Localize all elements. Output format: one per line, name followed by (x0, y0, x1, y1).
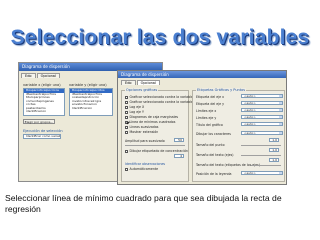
plot-characters-value: <auto> (244, 131, 256, 135)
legend-position-value: <auto> (244, 171, 256, 175)
graph-title-input[interactable]: <auto> (241, 122, 283, 126)
smoothing-value[interactable]: 50 (174, 138, 184, 142)
axis-label-size-slider[interactable] (251, 165, 281, 166)
axis-text-size-slider[interactable] (241, 155, 281, 156)
jitter-value[interactable]: 4 (174, 154, 184, 158)
option-least-squares-line[interactable]: Línea de mínimos cuadrados (125, 120, 175, 124)
selection-section-label: Ejecución de selección (23, 129, 63, 133)
graphic-options-title: Opciones gráficas (125, 88, 159, 92)
tab-data[interactable]: Edo (21, 73, 36, 78)
option-smooth-lines[interactable]: Líneas suavizadas (125, 125, 158, 129)
x-axis-label-field-label: Etiqueta del eje x (196, 95, 224, 99)
option-plot-x[interactable]: Graficar seleccionado contra la variable… (125, 95, 196, 99)
slide-title: Seleccionar las dos variables (10, 26, 310, 49)
variable-y-list[interactable]: ttosparcoticalpocritos ittestcentralpocf… (69, 88, 113, 116)
tab-data[interactable]: Edo (121, 80, 136, 85)
variable-y-label: variable y (eligir una) (69, 83, 107, 87)
x-limits-input[interactable]: <auto> (241, 108, 283, 112)
x-limits-value: <auto> (244, 108, 256, 112)
checkbox-label: Graficar seleccionado contra la variable… (129, 100, 196, 104)
y-limits-value: <auto> (244, 115, 256, 119)
radio-label: Automáticamente (129, 167, 159, 171)
y-axis-label-input[interactable]: <auto> (241, 101, 283, 105)
option-show-extension[interactable]: Mostrar extensión (125, 130, 158, 134)
tab-options[interactable]: Opcional (136, 80, 160, 85)
labels-points-title: Etiquetas Gráficas y Puntos (196, 88, 247, 92)
option-log-x[interactable]: Log eje X (125, 105, 144, 109)
graph-title-field-label: Título del gráfico (196, 123, 223, 127)
front-dialog-tabs: Edo Opcional (121, 80, 161, 86)
smoothing-slider[interactable] (125, 145, 185, 146)
checkbox-icon[interactable] (125, 95, 128, 99)
y-axis-label-value: <auto> (244, 101, 256, 105)
checkbox-label: Línea de mínimos cuadrados (129, 120, 176, 124)
option-automatic[interactable]: Automáticamente (125, 167, 158, 171)
y-limits-field-label: Límites eje y (196, 116, 217, 120)
legend-position-label: Posición de la leyenda (196, 172, 232, 176)
identify-filter-value: Identificar como variables (26, 135, 60, 138)
point-size-slider[interactable] (241, 145, 281, 146)
chevron-down-icon (279, 102, 282, 104)
front-dialog-title: Diagrama de dispersión (118, 71, 286, 78)
chevron-down-icon (279, 95, 282, 97)
option-jitter[interactable]: Dibujar etiquetado de concentración (125, 149, 188, 153)
chevron-down-icon (279, 109, 282, 111)
option-log-y[interactable]: Log eje Y (125, 110, 144, 114)
checkbox-icon[interactable] (125, 130, 128, 134)
smoothing-label: Amplitud para suavizado (125, 139, 165, 143)
chevron-down-icon (279, 172, 282, 174)
checkbox-icon[interactable] (125, 149, 128, 153)
list-item[interactable]: Identificacion (70, 107, 112, 111)
variable-x-list[interactable]: ttosparcoticalpocricos ittestcentralpocf… (23, 88, 65, 116)
chevron-down-icon (279, 123, 282, 125)
checkbox-label: Dibujar etiquetado de concentración (129, 149, 188, 153)
option-plot-y[interactable]: Graficar seleccionado contra la variable… (125, 100, 196, 104)
checkbox-icon[interactable] (125, 125, 128, 129)
plot-characters-input[interactable]: <auto> (241, 131, 283, 135)
checkbox-icon[interactable] (125, 115, 128, 119)
tab-options[interactable]: Opcional (36, 73, 60, 78)
y-axis-label-field-label: Etiqueta del eje y (196, 102, 224, 106)
point-size-value[interactable]: 1.0 (269, 138, 279, 142)
graphic-options-panel: Opciones gráficas Graficar seleccionado … (121, 88, 196, 182)
list-item[interactable]: identificacion (24, 110, 64, 114)
scatter-options-dialog: Diagrama de dispersión Edo Opcional Opcio… (117, 70, 287, 185)
legend-position-input[interactable]: <auto> (241, 171, 283, 175)
back-dialog-tabs: Edo Opcional (21, 73, 61, 79)
checkbox-icon[interactable] (125, 100, 128, 104)
checkbox-icon[interactable] (125, 110, 128, 114)
axis-text-size-label: Tamaño del texto (ejes) (196, 153, 234, 157)
checkbox-icon[interactable] (125, 105, 128, 109)
axis-label-size-value[interactable]: 1.0 (269, 158, 279, 162)
graph-title-value: <auto> (244, 122, 256, 126)
point-size-label: Tamaño del punto (196, 143, 225, 147)
checkbox-label: Líneas suavizadas (129, 125, 159, 129)
labels-points-panel: Etiquetas Gráficas y Puntos Etiqueta del… (192, 88, 285, 182)
slide-caption: Seleccionar línea de mínimo cuadrado par… (5, 193, 282, 214)
checkbox-label: Diagramas de caja marginales (129, 115, 179, 119)
checkbox-checked-icon[interactable] (125, 120, 128, 124)
option-marginal-boxplots[interactable]: Diagramas de caja marginales (125, 115, 178, 119)
checkbox-label: Mostrar extensión (129, 130, 159, 134)
checkbox-label: Log eje Y (129, 110, 144, 114)
y-limits-input[interactable]: <auto> (241, 115, 283, 119)
x-axis-label-value: <auto> (244, 94, 256, 98)
variable-x-label: variable x (eligir una) (23, 83, 61, 87)
x-axis-label-input[interactable]: <auto> (241, 94, 283, 98)
identify-observations-label: Identificar observaciones (125, 162, 166, 166)
axis-text-size-value[interactable]: 1.0 (269, 148, 279, 152)
chevron-down-icon (279, 116, 282, 118)
checkbox-label: Log eje X (129, 105, 145, 109)
chevron-down-icon (279, 132, 282, 134)
x-limits-field-label: Límites eje x (196, 109, 217, 113)
checkbox-label: Graficar seleccionado contra la variable… (129, 95, 196, 99)
select-by-groups-button[interactable]: Elegir por grupos... (23, 119, 55, 124)
radio-icon[interactable] (125, 167, 128, 171)
identify-filter-field[interactable]: Identificar como variables (23, 134, 61, 139)
plot-characters-field-label: Dibujar los caracteres (196, 132, 231, 136)
